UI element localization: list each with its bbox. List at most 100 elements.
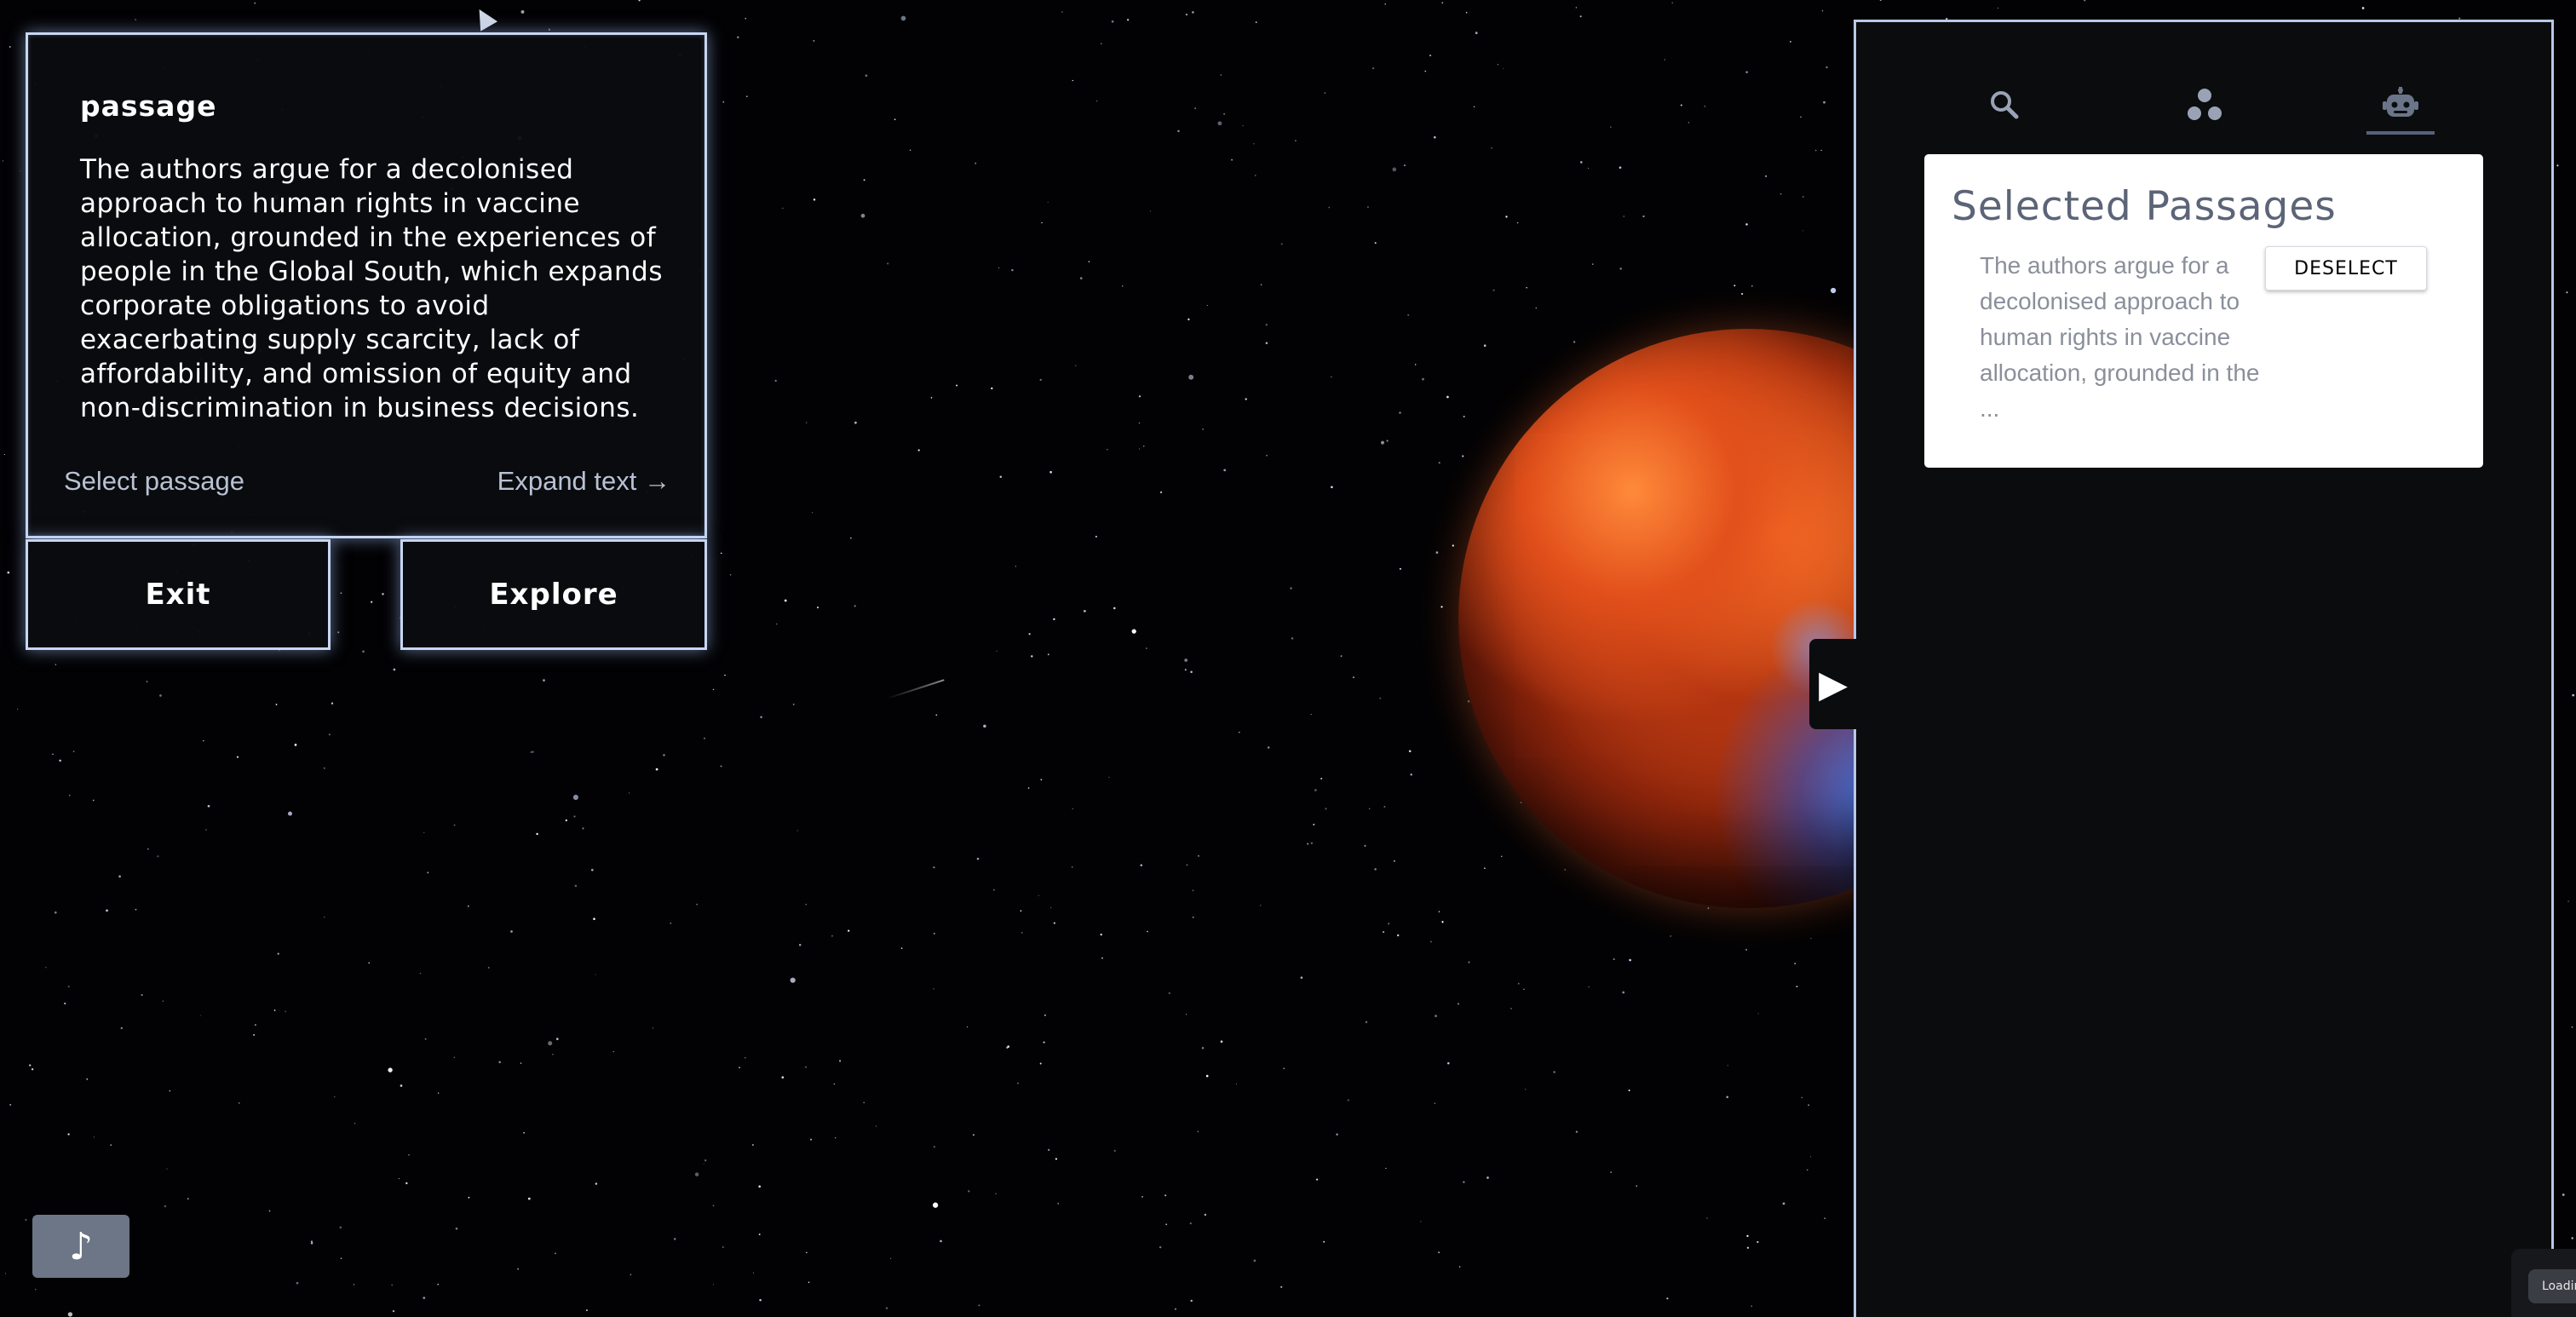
- passage-text: The authors argue for a decolonised appr…: [80, 154, 664, 423]
- star: [1126, 19, 1130, 21]
- star: [1280, 243, 1283, 245]
- star: [1031, 655, 1033, 658]
- star: [1021, 932, 1023, 934]
- star: [1475, 32, 1478, 35]
- star: [1619, 166, 1622, 170]
- star: [1430, 940, 1432, 943]
- expand-text-link[interactable]: Expand text →: [497, 466, 670, 497]
- star: [294, 744, 297, 746]
- star: [804, 1066, 808, 1068]
- star: [1372, 67, 1375, 70]
- star: [453, 824, 456, 826]
- star: [1492, 289, 1495, 291]
- star: [339, 1226, 342, 1229]
- select-passage-link[interactable]: Select passage: [64, 466, 244, 497]
- star: [334, 1096, 336, 1098]
- star: [200, 1015, 202, 1016]
- star: [1671, 2, 1673, 4]
- star: [141, 993, 143, 997]
- star: [1782, 1202, 1785, 1205]
- star: [808, 1281, 810, 1284]
- tab-clusters[interactable]: [2166, 77, 2243, 133]
- star: [1680, 104, 1682, 106]
- star: [1826, 66, 1828, 69]
- star: [1414, 364, 1417, 365]
- star: [1223, 112, 1226, 115]
- star: [1202, 428, 1204, 430]
- star: [2566, 291, 2568, 294]
- star: [1041, 221, 1043, 224]
- star: [1027, 787, 1030, 789]
- star: [1310, 842, 1314, 844]
- star: [328, 733, 331, 736]
- star: [1075, 365, 1077, 366]
- star: [1452, 544, 1454, 547]
- star: [1265, 342, 1268, 345]
- cluster-icon: [2188, 89, 2222, 120]
- star: [817, 607, 819, 609]
- star: [1580, 161, 1583, 164]
- star: [1734, 285, 1736, 287]
- star: [782, 207, 784, 210]
- music-note-icon: ♪: [68, 1224, 94, 1268]
- star: [978, 1304, 980, 1307]
- star: [1040, 779, 1043, 781]
- star: [1374, 242, 1377, 244]
- star: [408, 1153, 410, 1156]
- star: [1623, 216, 1625, 217]
- star: [1290, 587, 1292, 589]
- star: [1253, 1259, 1256, 1262]
- star: [1458, 1266, 1461, 1268]
- star: [1780, 193, 1782, 195]
- star: [758, 1234, 761, 1235]
- star: [536, 832, 538, 836]
- star: [860, 213, 865, 218]
- star: [839, 1060, 842, 1062]
- star: [1745, 71, 1748, 73]
- star: [585, 1309, 588, 1312]
- star: [1340, 655, 1343, 657]
- exit-button[interactable]: Exit: [26, 539, 331, 650]
- star: [1420, 1221, 1422, 1222]
- star: [1483, 344, 1486, 348]
- star: [1457, 1003, 1459, 1005]
- star: [760, 716, 762, 719]
- deselect-button[interactable]: DESELECT: [2265, 246, 2427, 290]
- star: [543, 679, 545, 682]
- star: [254, 2, 256, 4]
- star: [1503, 67, 1504, 69]
- explore-button[interactable]: Explore: [400, 539, 707, 650]
- star: [1011, 268, 1014, 272]
- star: [1205, 1074, 1209, 1078]
- star: [1726, 1096, 1728, 1099]
- star: [1433, 135, 1436, 139]
- star: [1072, 79, 1074, 82]
- star: [1765, 175, 1768, 177]
- star: [1175, 1308, 1176, 1310]
- star: [1516, 221, 1519, 224]
- star: [933, 866, 935, 869]
- star: [1242, 125, 1244, 127]
- music-button[interactable]: ♪: [32, 1215, 129, 1278]
- tab-assistant[interactable]: [2362, 77, 2439, 133]
- star: [340, 592, 342, 595]
- star: [1053, 618, 1055, 621]
- star: [1260, 905, 1262, 906]
- star: [31, 1068, 34, 1071]
- star: [900, 947, 903, 949]
- panel-toggle-button[interactable]: ▶: [1809, 639, 1857, 729]
- star: [784, 599, 787, 602]
- star: [629, 792, 630, 794]
- passage-card: passage The authors argue for a decoloni…: [26, 32, 707, 538]
- star: [935, 714, 938, 716]
- star: [999, 475, 1003, 478]
- star: [1184, 658, 1188, 662]
- star: [1280, 1285, 1283, 1288]
- star: [1800, 116, 1802, 118]
- star: [776, 623, 778, 625]
- star: [1111, 20, 1114, 23]
- star: [1043, 1041, 1045, 1044]
- tab-search[interactable]: [1966, 77, 2043, 133]
- star: [758, 1185, 762, 1188]
- star: [2572, 693, 2575, 697]
